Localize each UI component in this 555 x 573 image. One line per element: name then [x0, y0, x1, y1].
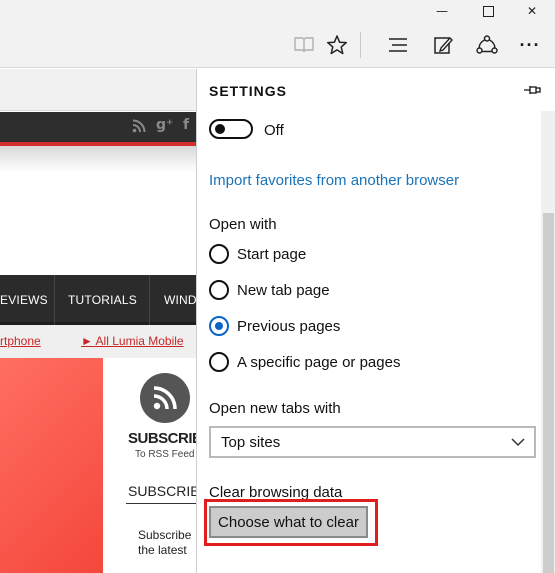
toggle-switch[interactable]	[209, 119, 253, 139]
site-nav-bar: EVIEWS TUTORIALS WIND	[0, 275, 196, 325]
close-window-button[interactable]: ✕	[509, 0, 555, 22]
nav-item-reviews[interactable]: EVIEWS	[0, 275, 48, 325]
radio-specific-pages[interactable]	[209, 352, 229, 372]
toolbar-divider	[360, 32, 361, 58]
maximize-icon	[482, 5, 494, 17]
minimize-button[interactable]: —	[419, 0, 465, 22]
radio-label-specific-pages[interactable]: A specific page or pages	[237, 354, 400, 371]
title-bar: — ✕	[0, 0, 555, 22]
web-note-button[interactable]	[429, 32, 457, 58]
radio-previous-pages[interactable]	[209, 316, 229, 336]
radio-selected-dot	[215, 322, 223, 330]
browser-toolbar: ···	[0, 22, 555, 68]
ticker-link-smartphone[interactable]: rtphone	[0, 334, 41, 348]
favorite-star-icon	[326, 35, 348, 55]
share-button[interactable]	[473, 32, 501, 58]
radio-new-tab-page[interactable]	[209, 280, 229, 300]
choose-what-to-clear-button[interactable]: Choose what to clear	[209, 506, 368, 538]
subscribe-subtitle: To RSS Feed	[135, 449, 195, 460]
subscribe-heading: SUBSCRIB	[128, 430, 196, 447]
subscribe-text-line-2: the latest	[138, 543, 187, 557]
subscribe-text: Subscribe the latest	[138, 528, 191, 558]
web-page-content: g⁺ f EVIEWS TUTORIALS WIND rtphone ► All…	[0, 69, 196, 573]
settings-panel: SETTINGS Off Import favorites from anoth…	[196, 69, 555, 573]
open-with-label: Open with	[209, 216, 277, 233]
google-plus-icon[interactable]: g⁺	[156, 117, 173, 133]
new-tabs-dropdown[interactable]: Top sites	[209, 426, 536, 458]
promo-image	[0, 358, 103, 573]
close-icon: ✕	[526, 4, 538, 18]
toggle-label: Off	[264, 122, 284, 139]
subscribe-heading-2: SUBSCRIB	[128, 483, 196, 499]
pin-icon	[524, 86, 541, 94]
subscribe-text-line-1: Subscribe	[138, 528, 192, 542]
radio-label-new-tab-page[interactable]: New tab page	[237, 282, 330, 299]
reading-view-icon	[294, 37, 314, 53]
add-favorite-button[interactable]	[323, 32, 351, 58]
maximize-button[interactable]	[465, 0, 511, 22]
import-favorites-link[interactable]: Import favorites from another browser	[209, 172, 459, 189]
reading-view-button[interactable]	[290, 32, 318, 58]
new-tabs-dropdown-value: Top sites	[221, 434, 281, 451]
more-icon: ···	[519, 34, 541, 55]
radio-label-start-page[interactable]: Start page	[237, 246, 306, 263]
page-address-strip	[0, 69, 196, 111]
more-button[interactable]: ···	[516, 32, 544, 58]
rss-subscribe-button[interactable]	[140, 373, 190, 423]
radio-label-previous-pages[interactable]: Previous pages	[237, 318, 340, 335]
web-note-icon	[434, 36, 453, 54]
open-new-tabs-label: Open new tabs with	[209, 400, 341, 417]
pin-panel-button[interactable]	[523, 83, 543, 99]
header-shadow	[0, 146, 196, 172]
nav-item-tutorials[interactable]: TUTORIALS	[68, 275, 137, 325]
subscribe-divider	[126, 503, 196, 504]
hub-icon	[389, 38, 407, 52]
minimize-icon: —	[436, 4, 448, 18]
radio-start-page[interactable]	[209, 244, 229, 264]
rss-icon[interactable]	[132, 119, 146, 137]
facebook-icon[interactable]: f	[183, 117, 189, 133]
rss-feed-icon	[153, 386, 177, 410]
toggle-knob	[215, 124, 225, 134]
hub-button[interactable]	[384, 32, 412, 58]
chevron-down-icon	[511, 438, 525, 447]
share-icon	[476, 35, 498, 54]
nav-divider	[149, 275, 150, 325]
ticker-link-lumia[interactable]: ► All Lumia Mobile	[81, 334, 184, 348]
nav-divider	[54, 275, 55, 325]
settings-title: SETTINGS	[209, 83, 288, 99]
nav-item-windows[interactable]: WIND	[164, 275, 196, 325]
settings-scroll-thumb[interactable]	[543, 213, 554, 573]
